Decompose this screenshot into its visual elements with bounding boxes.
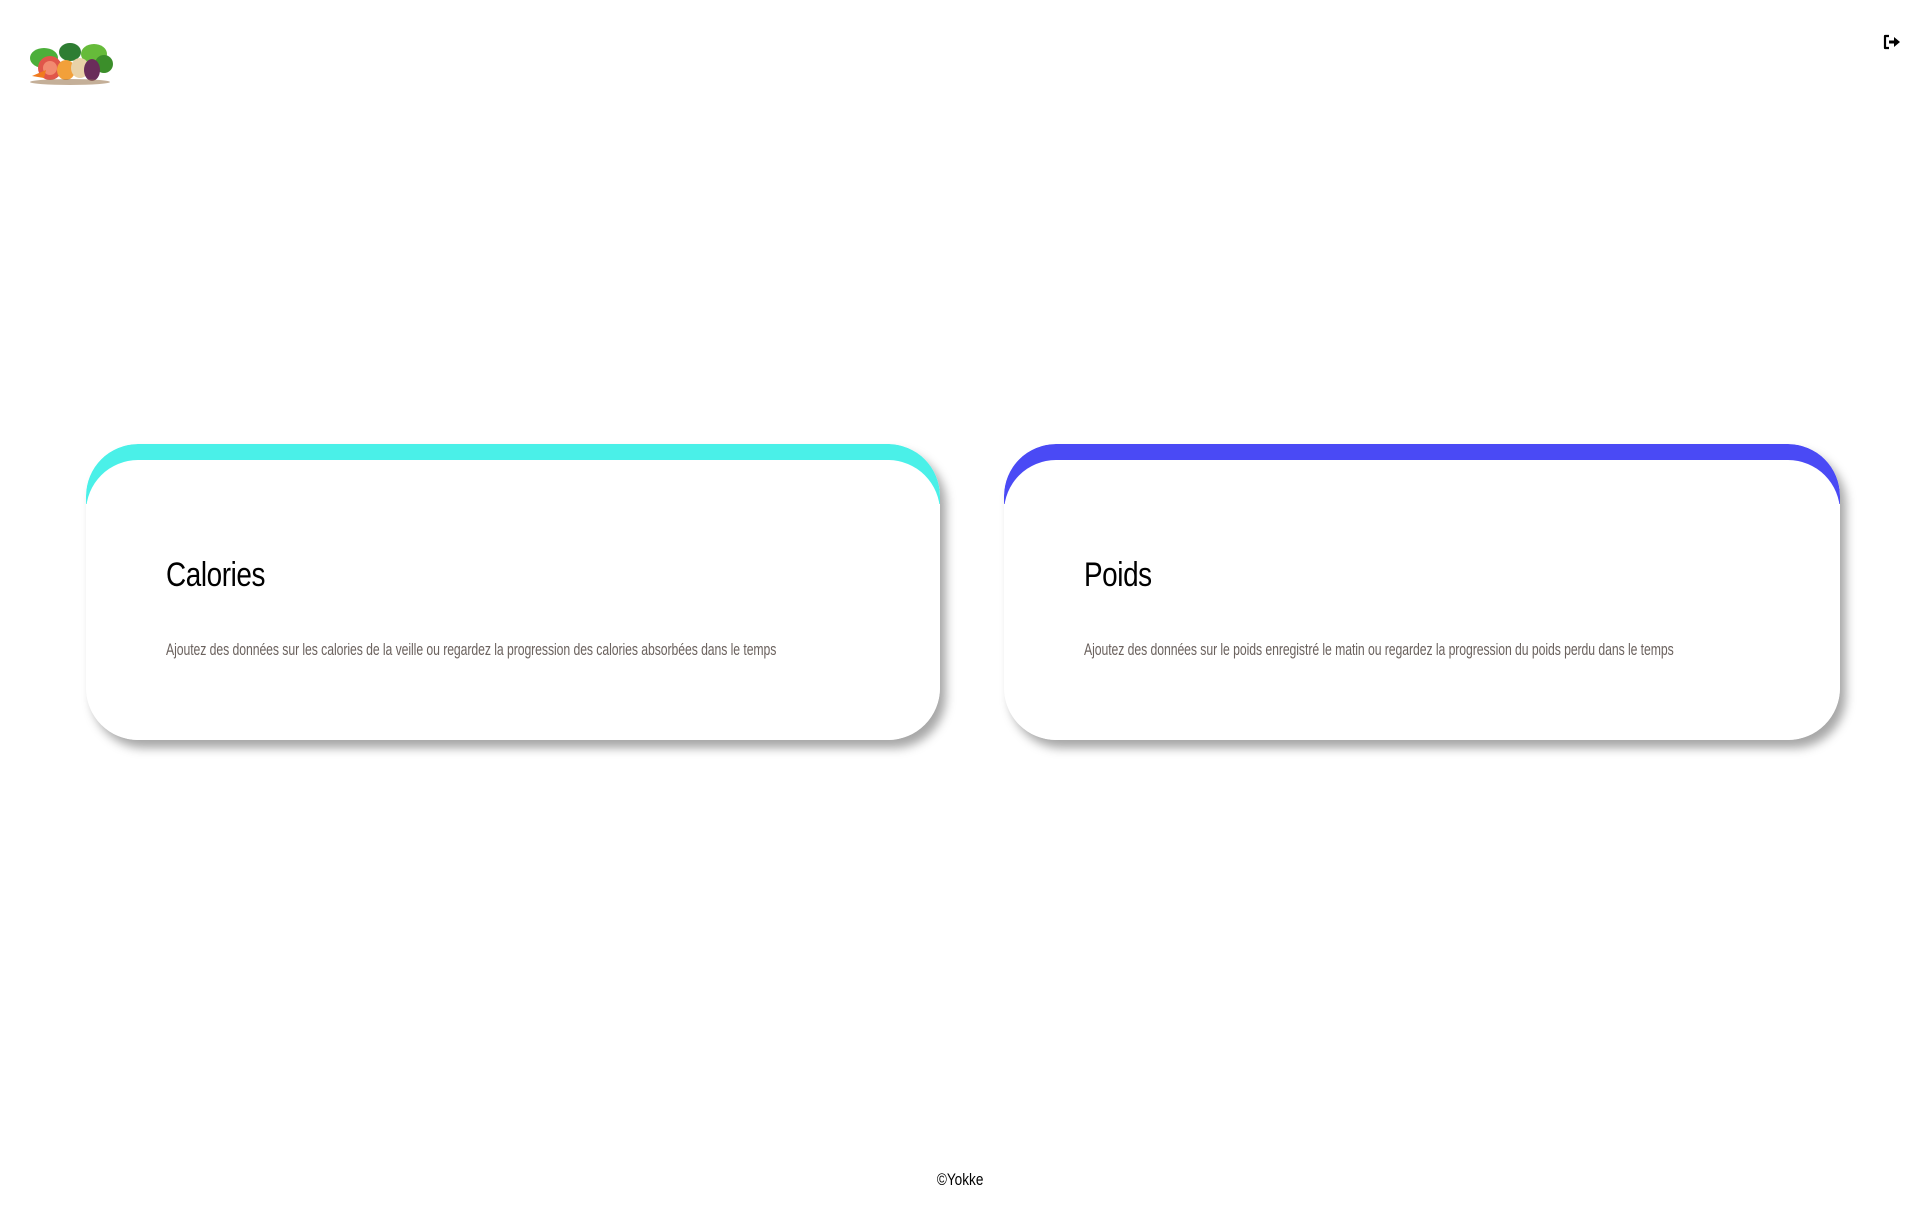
sign-out-icon[interactable] — [1880, 30, 1904, 54]
copyright-text: ©Yokke — [936, 1170, 984, 1189]
card-title: Calories — [166, 556, 265, 594]
calories-card[interactable]: Calories Ajoutez des données sur les cal… — [86, 444, 940, 740]
card-body: Poids Ajoutez des données sur le poids e… — [1004, 460, 1840, 740]
card-body: Calories Ajoutez des données sur les cal… — [86, 460, 940, 740]
card-description: Ajoutez des données sur les calories de … — [166, 640, 777, 659]
card-title: Poids — [1084, 556, 1152, 594]
page: Calories Ajoutez des données sur les cal… — [0, 0, 1920, 1209]
vegetables-logo-icon[interactable] — [26, 38, 114, 86]
footer: ©Yokke — [0, 1170, 1920, 1190]
poids-card[interactable]: Poids Ajoutez des données sur le poids e… — [1004, 444, 1840, 740]
card-description: Ajoutez des données sur le poids enregis… — [1084, 640, 1674, 659]
